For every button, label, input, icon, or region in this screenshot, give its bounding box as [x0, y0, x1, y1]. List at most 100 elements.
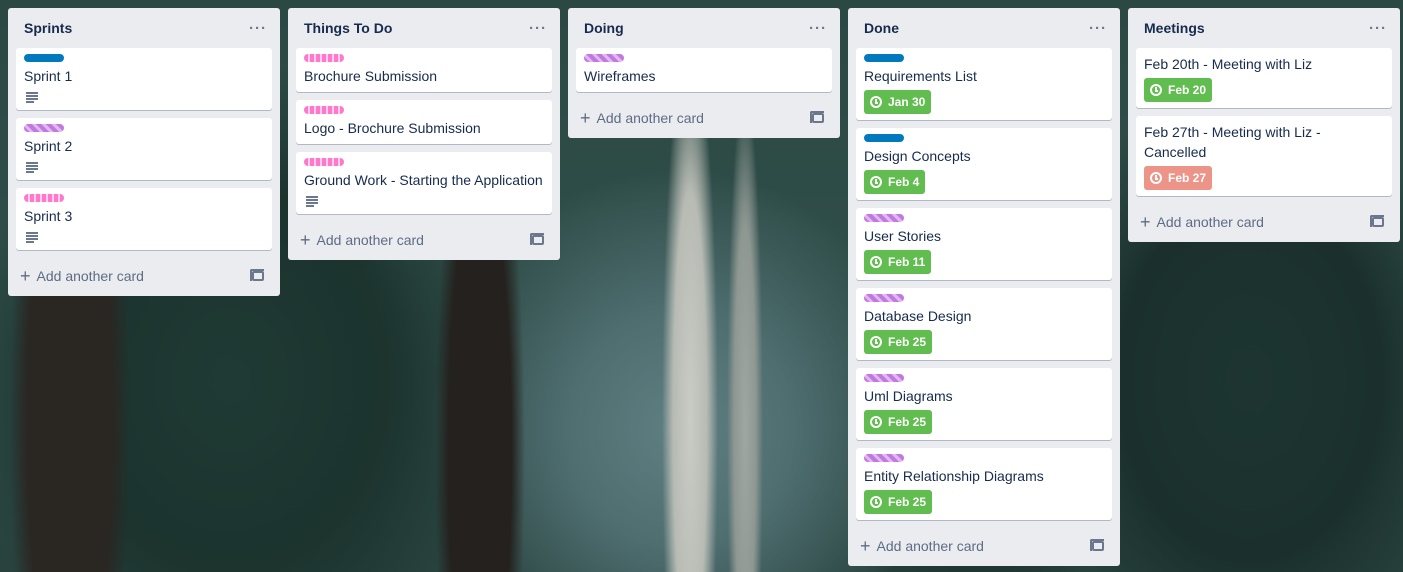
card-label[interactable]	[24, 124, 64, 132]
clock-icon	[870, 496, 882, 508]
due-date-badge[interactable]: Feb 25	[864, 410, 933, 434]
card-label[interactable]	[24, 194, 64, 202]
card[interactable]: Feb 20th - Meeting with Liz Feb 20	[1136, 48, 1392, 108]
list-title[interactable]: Things To Do	[304, 20, 392, 36]
clock-icon	[870, 256, 882, 268]
plus-icon: +	[20, 266, 31, 286]
card[interactable]: Requirements List Jan 30	[856, 48, 1112, 120]
card-label[interactable]	[864, 374, 904, 382]
due-date-text: Feb 25	[888, 495, 927, 509]
add-card-button[interactable]: + Add another card	[300, 231, 424, 249]
card[interactable]: Uml Diagrams Feb 25	[856, 368, 1112, 440]
add-card-label: Add another card	[596, 110, 704, 126]
card[interactable]: Sprint 3	[16, 188, 272, 250]
add-card-row: + Add another card	[296, 222, 552, 258]
list-header[interactable]: Meetings ···	[1136, 8, 1392, 48]
due-date-badge[interactable]: Feb 11	[864, 250, 932, 274]
list-header[interactable]: Done ···	[856, 8, 1112, 48]
card[interactable]: Database Design Feb 25	[856, 288, 1112, 360]
card-title: Feb 20th - Meeting with Liz	[1144, 56, 1313, 72]
due-date-badge[interactable]: Feb 25	[864, 330, 933, 354]
clock-icon	[870, 336, 882, 348]
due-date-text: Feb 4	[888, 175, 920, 189]
due-date-badge[interactable]: Feb 27	[1144, 166, 1213, 190]
more-options-icon[interactable]: ···	[1364, 16, 1392, 40]
card-label[interactable]	[304, 54, 344, 62]
due-date-text: Feb 25	[888, 415, 927, 429]
due-date-text: Feb 20	[1168, 83, 1207, 97]
description-icon	[24, 90, 40, 104]
add-card-button[interactable]: + Add another card	[580, 109, 704, 127]
card-title: Uml Diagrams	[864, 388, 953, 404]
list-title[interactable]: Done	[864, 20, 899, 36]
card-label[interactable]	[584, 54, 624, 62]
more-options-icon[interactable]: ···	[524, 16, 552, 40]
add-card-button[interactable]: + Add another card	[1140, 213, 1264, 231]
card-title: Requirements List	[864, 68, 977, 84]
add-card-label: Add another card	[316, 232, 424, 248]
card-title: Design Concepts	[864, 148, 971, 164]
card-title: Brochure Submission	[304, 68, 438, 84]
due-date-badge[interactable]: Feb 20	[1144, 78, 1213, 102]
card[interactable]: Wireframes	[576, 48, 832, 92]
card[interactable]: Design Concepts Feb 4	[856, 128, 1112, 200]
card[interactable]: Sprint 2	[16, 118, 272, 180]
card[interactable]: Sprint 1	[16, 48, 272, 110]
list: Things To Do ··· Brochure Submission Logo -…	[288, 8, 560, 260]
list: Doing ··· Wireframes + Add another card	[568, 8, 840, 138]
create-from-template-icon[interactable]	[1090, 539, 1104, 551]
due-date-badge[interactable]: Feb 4	[864, 170, 926, 194]
list-title[interactable]: Doing	[584, 20, 624, 36]
more-options-icon[interactable]: ···	[244, 16, 272, 40]
list-header[interactable]: Things To Do ···	[296, 8, 552, 48]
card-label[interactable]	[24, 54, 64, 62]
list-header[interactable]: Sprints ···	[16, 8, 272, 48]
list: Sprints ··· Sprint 1 Sprint 2 Sprint 3 + Add a…	[8, 8, 280, 296]
card[interactable]: User Stories Feb 11	[856, 208, 1112, 280]
create-from-template-icon[interactable]	[810, 111, 824, 123]
more-options-icon[interactable]: ···	[804, 16, 832, 40]
card-label[interactable]	[864, 214, 904, 222]
create-from-template-icon[interactable]	[530, 233, 544, 245]
description-icon	[24, 230, 40, 244]
clock-icon	[1150, 84, 1162, 96]
board: Sprints ··· Sprint 1 Sprint 2 Sprint 3 + Add a…	[0, 0, 1403, 572]
card[interactable]: Feb 27th - Meeting with Liz - Cancelled F…	[1136, 116, 1392, 196]
list-title[interactable]: Meetings	[1144, 20, 1205, 36]
add-card-label: Add another card	[36, 268, 144, 284]
card-label[interactable]	[304, 106, 344, 114]
create-from-template-icon[interactable]	[1370, 215, 1384, 227]
add-card-button[interactable]: + Add another card	[860, 537, 984, 555]
add-card-label: Add another card	[1156, 214, 1264, 230]
card-title: Database Design	[864, 308, 972, 324]
clock-icon	[870, 416, 882, 428]
due-date-text: Feb 25	[888, 335, 927, 349]
card-label[interactable]	[864, 134, 904, 142]
clock-icon	[1150, 172, 1162, 184]
card[interactable]: Brochure Submission	[296, 48, 552, 92]
card[interactable]: Entity Relationship Diagrams Feb 25	[856, 448, 1112, 520]
card-title: Feb 27th - Meeting with Liz - Cancelled	[1144, 124, 1321, 160]
more-options-icon[interactable]: ···	[1084, 16, 1112, 40]
card-label[interactable]	[304, 158, 344, 166]
card-label[interactable]	[864, 294, 904, 302]
list-header[interactable]: Doing ···	[576, 8, 832, 48]
create-from-template-icon[interactable]	[250, 269, 264, 281]
card-label[interactable]	[864, 454, 904, 462]
add-card-row: + Add another card	[16, 258, 272, 294]
plus-icon: +	[1140, 212, 1151, 232]
due-date-badge[interactable]: Feb 25	[864, 490, 933, 514]
card-title: Logo - Brochure Submission	[304, 120, 481, 136]
due-date-text: Feb 11	[888, 255, 926, 269]
add-card-label: Add another card	[876, 538, 984, 554]
due-date-badge[interactable]: Jan 30	[864, 90, 932, 114]
list: Done ··· Requirements List Jan 30 Design Con…	[848, 8, 1120, 566]
add-card-button[interactable]: + Add another card	[20, 267, 144, 285]
plus-icon: +	[580, 108, 591, 128]
list-title[interactable]: Sprints	[24, 20, 72, 36]
add-card-row: + Add another card	[1136, 204, 1392, 240]
card[interactable]: Ground Work - Starting the Application	[296, 152, 552, 214]
card-label[interactable]	[864, 54, 904, 62]
card[interactable]: Logo - Brochure Submission	[296, 100, 552, 144]
due-date-text: Jan 30	[888, 95, 926, 109]
